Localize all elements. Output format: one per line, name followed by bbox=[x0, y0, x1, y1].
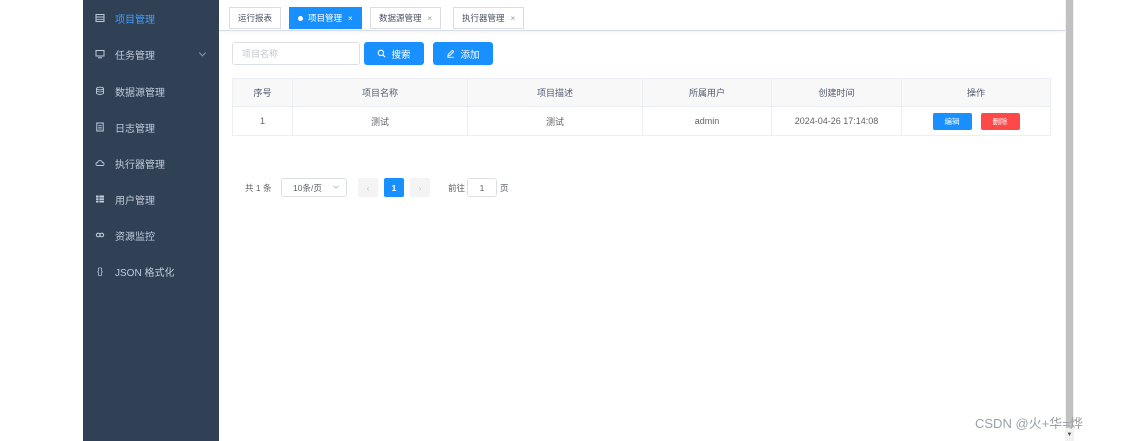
chevron-down-icon bbox=[333, 183, 339, 189]
tab-run-report[interactable]: 运行报表 bbox=[229, 7, 282, 29]
tab-project-management[interactable]: 项目管理 × bbox=[289, 7, 362, 29]
tab-label: 数据源管理 bbox=[379, 13, 422, 23]
sidebar-item-datasource[interactable]: 数据源管理 bbox=[83, 73, 219, 109]
sidebar-item-label: 资源监控 bbox=[115, 231, 155, 243]
main-content: 运行报表 项目管理 × 数据源管理 × 执行器管理 × 搜索 添加 bbox=[219, 0, 1065, 441]
cloud-icon bbox=[95, 158, 105, 168]
sidebar-item-label: 任务管理 bbox=[115, 50, 155, 62]
tags-view-bar: 运行报表 项目管理 × 数据源管理 × 执行器管理 × bbox=[219, 0, 1065, 31]
page-size-select[interactable]: 10条/页 bbox=[281, 178, 347, 197]
sidebar-item-tasks[interactable]: 任务管理 bbox=[83, 36, 219, 72]
goto-label: 前往 bbox=[448, 183, 466, 193]
column-header[interactable]: 项目描述 bbox=[468, 79, 643, 106]
chevron-left-icon: ‹ bbox=[366, 182, 370, 193]
delete-button[interactable]: 删除 bbox=[980, 112, 1020, 130]
sidebar-item-label: 日志管理 bbox=[115, 123, 155, 135]
add-button-label: 添加 bbox=[460, 49, 480, 61]
page-size-value: 10条/页 bbox=[293, 182, 322, 193]
watermark: CSDN @火+华=烨 bbox=[975, 416, 1083, 431]
sidebar-item-projects[interactable]: 项目管理 bbox=[83, 0, 219, 36]
tab-datasource-management[interactable]: 数据源管理 × bbox=[370, 7, 442, 29]
tab-executor-management[interactable]: 执行器管理 × bbox=[453, 7, 525, 29]
grid-icon bbox=[95, 194, 105, 204]
close-icon[interactable]: × bbox=[428, 14, 433, 23]
project-name-search-input[interactable] bbox=[232, 42, 360, 65]
cell-project-name: 测试 bbox=[293, 107, 468, 135]
tab-label: 执行器管理 bbox=[462, 13, 505, 23]
edit-button[interactable]: 编辑 bbox=[932, 112, 972, 130]
search-icon bbox=[378, 49, 386, 58]
sidebar-item-monitor[interactable]: 资源监控 bbox=[83, 217, 219, 253]
scrollbar-thumb[interactable] bbox=[1066, 0, 1073, 428]
sidebar-item-logs[interactable]: 日志管理 bbox=[83, 109, 219, 145]
sidebar-item-label: 数据源管理 bbox=[115, 87, 165, 99]
search-button[interactable]: 搜索 bbox=[364, 42, 424, 65]
cell-created-time: 2024-04-26 17:14:08 bbox=[772, 107, 902, 135]
cell-owner: admin bbox=[643, 107, 772, 135]
cell-project-description: 测试 bbox=[468, 107, 643, 135]
braces-icon: {} bbox=[96, 266, 103, 276]
tab-label: 项目管理 bbox=[308, 13, 343, 23]
monitor-icon bbox=[95, 49, 105, 59]
sidebar-item-json[interactable]: {} JSON 格式化 bbox=[83, 253, 219, 289]
page-suffix-label: 页 bbox=[500, 183, 509, 193]
cell-actions: 编辑 删除 bbox=[902, 107, 1051, 135]
column-header[interactable]: 所属用户 bbox=[643, 79, 772, 106]
page-number-current[interactable]: 1 bbox=[384, 178, 404, 197]
document-icon bbox=[95, 122, 105, 132]
chevron-right-icon: › bbox=[418, 182, 422, 193]
column-header[interactable]: 序号 bbox=[232, 79, 293, 106]
add-button[interactable]: 添加 bbox=[433, 42, 493, 65]
sidebar-item-label: 用户管理 bbox=[115, 195, 155, 207]
close-icon[interactable]: × bbox=[511, 14, 516, 23]
pagination-total: 共 1 条 bbox=[245, 183, 272, 193]
search-button-label: 搜索 bbox=[391, 49, 411, 61]
database-icon bbox=[95, 86, 105, 96]
table-header-row: 序号 项目名称 项目描述 所属用户 创建时间 操作 bbox=[232, 79, 1051, 107]
link-icon bbox=[95, 230, 105, 240]
sidebar-item-label: 执行器管理 bbox=[115, 159, 165, 171]
active-dot-icon bbox=[298, 15, 303, 21]
close-icon[interactable]: × bbox=[348, 14, 353, 23]
tab-label: 运行报表 bbox=[238, 13, 273, 23]
sidebar: 项目管理 任务管理 数据源管理 日志管理 执行器管理 用户管理 资源监控 {} … bbox=[83, 0, 219, 441]
table-icon bbox=[95, 13, 105, 23]
sidebar-item-executors[interactable]: 执行器管理 bbox=[83, 145, 219, 181]
sidebar-item-label: JSON 格式化 bbox=[115, 267, 175, 279]
column-header[interactable]: 操作 bbox=[902, 79, 1051, 106]
chevron-down-icon bbox=[198, 49, 207, 57]
edit-icon bbox=[447, 49, 455, 58]
vertical-scrollbar[interactable]: ▼ bbox=[1065, 0, 1074, 441]
column-header[interactable]: 创建时间 bbox=[772, 79, 902, 106]
column-header[interactable]: 项目名称 bbox=[293, 79, 468, 106]
goto-page-input[interactable] bbox=[467, 178, 497, 197]
sidebar-item-users[interactable]: 用户管理 bbox=[83, 181, 219, 217]
prev-page-button[interactable]: ‹ bbox=[358, 178, 378, 197]
project-table: 序号 项目名称 项目描述 所属用户 创建时间 操作 1 测试 测试 admin … bbox=[232, 78, 1051, 136]
sidebar-item-label: 项目管理 bbox=[115, 14, 155, 26]
next-page-button[interactable]: › bbox=[410, 178, 430, 197]
table-row: 1 测试 测试 admin 2024-04-26 17:14:08 编辑 删除 bbox=[232, 107, 1051, 136]
app-window: 项目管理 任务管理 数据源管理 日志管理 执行器管理 用户管理 资源监控 {} … bbox=[0, 0, 1125, 441]
cell-index: 1 bbox=[232, 107, 293, 135]
